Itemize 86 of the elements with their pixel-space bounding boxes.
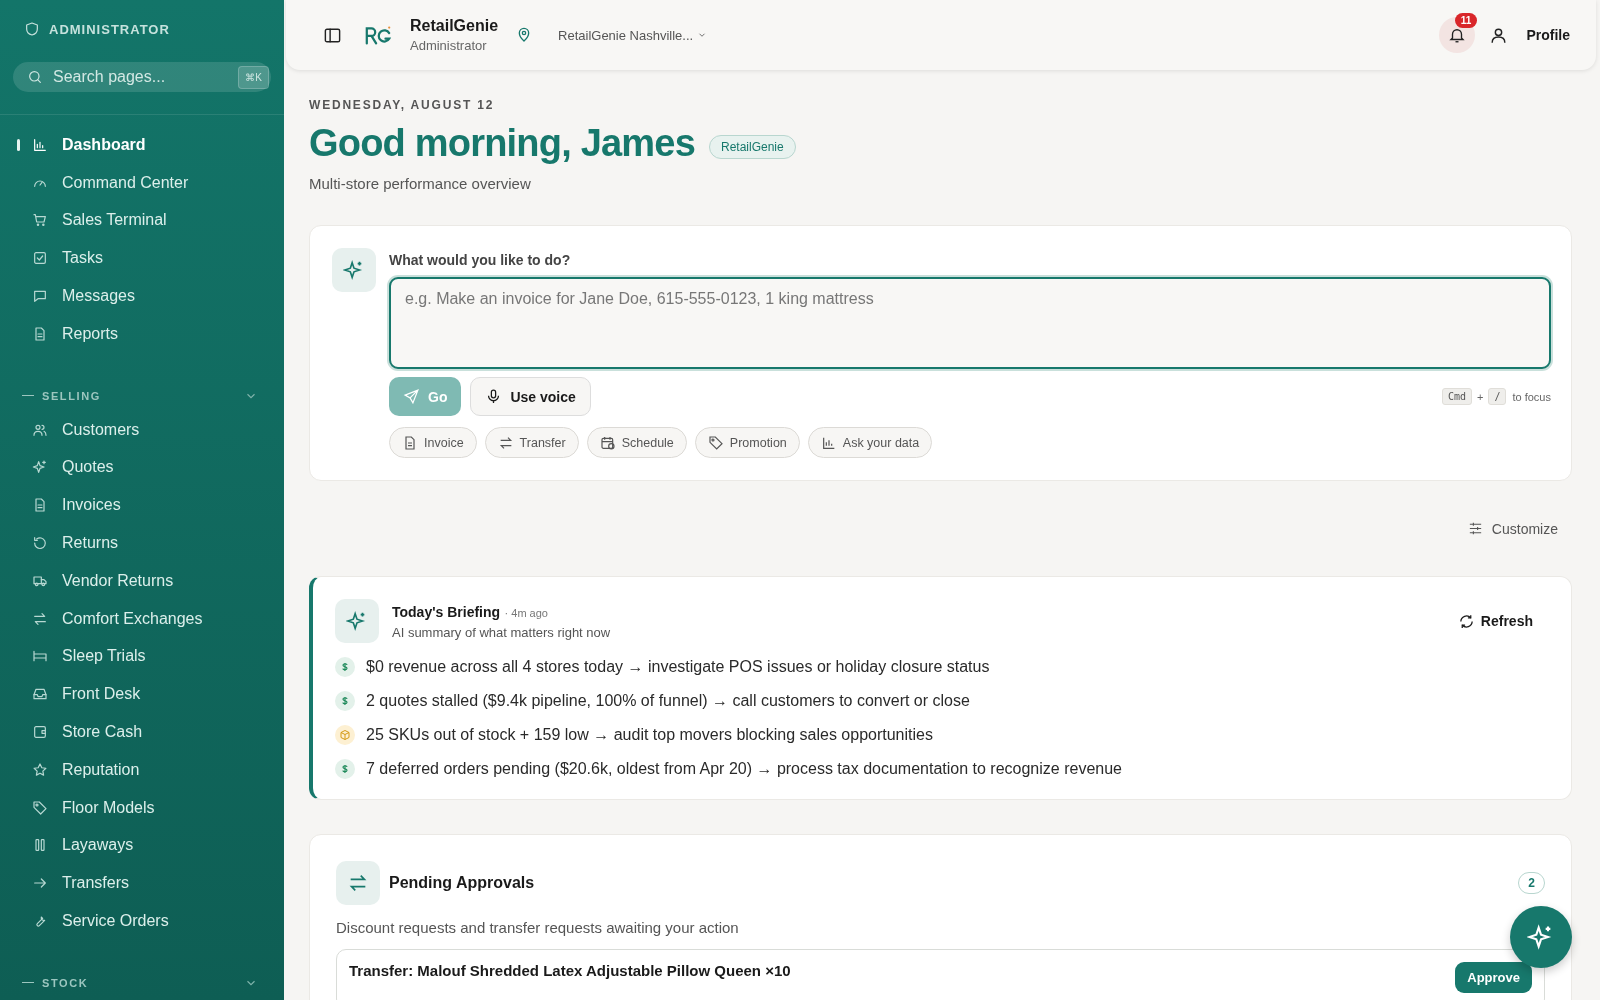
page-subtitle: Multi-store performance overview [309,175,532,192]
refresh-icon [1457,612,1475,630]
briefing-item: $0 revenue across all 4 stores today → investigate POS issues or holiday closure status [366,658,990,676]
date-label: WEDNESDAY, AUGUST 12 [309,98,496,112]
briefing-item: 25 SKUs out of stock + 159 low → audit top movers blocking sales opportunities [366,726,933,744]
report-icon [32,325,48,342]
keyboard-key: / [1488,388,1507,405]
customize-button[interactable]: Customize [1466,520,1572,537]
search-input[interactable]: Search pages... [51,67,231,87]
nav-item[interactable]: Comfort Exchanges [0,599,284,638]
wallet-icon [32,724,48,741]
role-label: ADMINISTRATOR [49,21,170,37]
briefing-item: 7 deferred orders pending ($20.6k, oldest from Apr 20) → process tax documentation to recognize revenue [366,760,1122,778]
section-title: STOCK [42,976,89,989]
document-icon [402,434,418,451]
shield-icon [24,21,40,37]
nav-item[interactable]: Returns [0,524,284,562]
swap-icon [32,610,48,627]
profile-button[interactable]: Profile [1489,25,1570,45]
chart-icon [32,136,48,153]
shortcut-key: ⌘K [238,65,269,89]
sidebar-toggle-icon [323,25,342,45]
refresh-button[interactable]: Refresh [1451,611,1539,631]
sparkle-icon [32,459,48,476]
nav-item[interactable]: Invoices [0,486,284,525]
approvals-subtitle: Discount requests and transfer requests awaiting your action [336,919,740,936]
document-icon [32,497,48,514]
action-chip[interactable]: Invoice [389,427,477,458]
nav-item[interactable]: Dashboard [0,126,284,164]
nav-item[interactable]: Service Orders [0,902,284,940]
action-chip[interactable]: Promotion [694,427,800,458]
action-chip[interactable]: Transfer [484,427,579,458]
message-icon [32,288,48,305]
nav-item[interactable]: Messages [0,277,284,315]
prompt-field[interactable]: e.g. Make an invoice for Jane Doe, 615-555-0123, 1 king mattress [389,277,1551,369]
nav-item[interactable]: Transfers [0,864,284,903]
briefing-item: 2 quotes stalled ($9.4k pipeline, 100% of funnel) → call customers to convert or close [366,692,970,710]
search-icon [27,69,43,85]
location-selector[interactable]: RetailGenie Nashville... [558,27,708,43]
nav-item[interactable]: Reports [0,315,284,353]
shortcut-hint: to focus [1512,390,1551,403]
nav-item[interactable]: Quotes [0,448,284,487]
tag-icon [707,434,724,451]
brand-tag: RetailGenie [709,134,796,159]
nav-item[interactable]: Sleep Trials [0,637,284,676]
swap-icon [497,434,514,451]
approvals-title: Pending Approvals [389,874,535,892]
nav-item[interactable]: Reputation [0,750,284,789]
plus-sign: + [1477,390,1484,403]
checkbox-icon [32,250,48,267]
star-icon [32,761,48,778]
sparkle-icon [335,599,379,643]
sparkle-icon [332,248,376,292]
nav-item[interactable]: Sales Terminal [0,201,284,240]
nav-item[interactable]: Layaways [0,826,284,865]
swap-icon [336,861,380,905]
nav-item[interactable]: Front Desk [0,675,284,714]
notification-count: 11 [1454,13,1478,28]
user-icon [1489,25,1509,45]
nav-item[interactable]: Store Cash [0,713,284,751]
brand-name: RetailGenie [410,17,499,35]
approval-title: Transfer: Malouf Shredded Latex Adjustable Pillow Queen ×10 [349,962,791,979]
section-title: SELLING [42,389,101,402]
briefing-title: Today's Briefing [392,603,501,620]
send-icon [403,388,420,405]
briefing-subtitle: AI summary of what matters right now [392,624,611,640]
calendar-icon [599,434,616,451]
greeting-title: Good morning, James [309,122,695,165]
voice-button[interactable]: Use voice [470,377,591,416]
keyboard-key: Cmd [1441,388,1472,405]
cart-icon [32,212,48,229]
tag-icon [32,799,48,816]
briefing-age: · 4m ago [504,606,548,619]
undo-icon [32,535,48,552]
nav-item[interactable]: Floor Models [0,788,284,827]
prompt-label: What would you like to do? [389,252,572,268]
nav-item[interactable]: Command Center [0,163,284,202]
bell-icon [1448,26,1467,44]
nav-item[interactable]: Vendor Returns [0,561,284,600]
nav-item[interactable]: Customers [0,410,284,449]
brand-role: Administrator [410,38,488,53]
nav-item[interactable]: Tasks [0,239,284,278]
columns-icon [32,837,48,854]
approve-button[interactable]: Approve [1455,962,1532,993]
action-chip[interactable]: Schedule [586,427,687,458]
action-chip[interactable]: Ask your data [807,427,933,458]
